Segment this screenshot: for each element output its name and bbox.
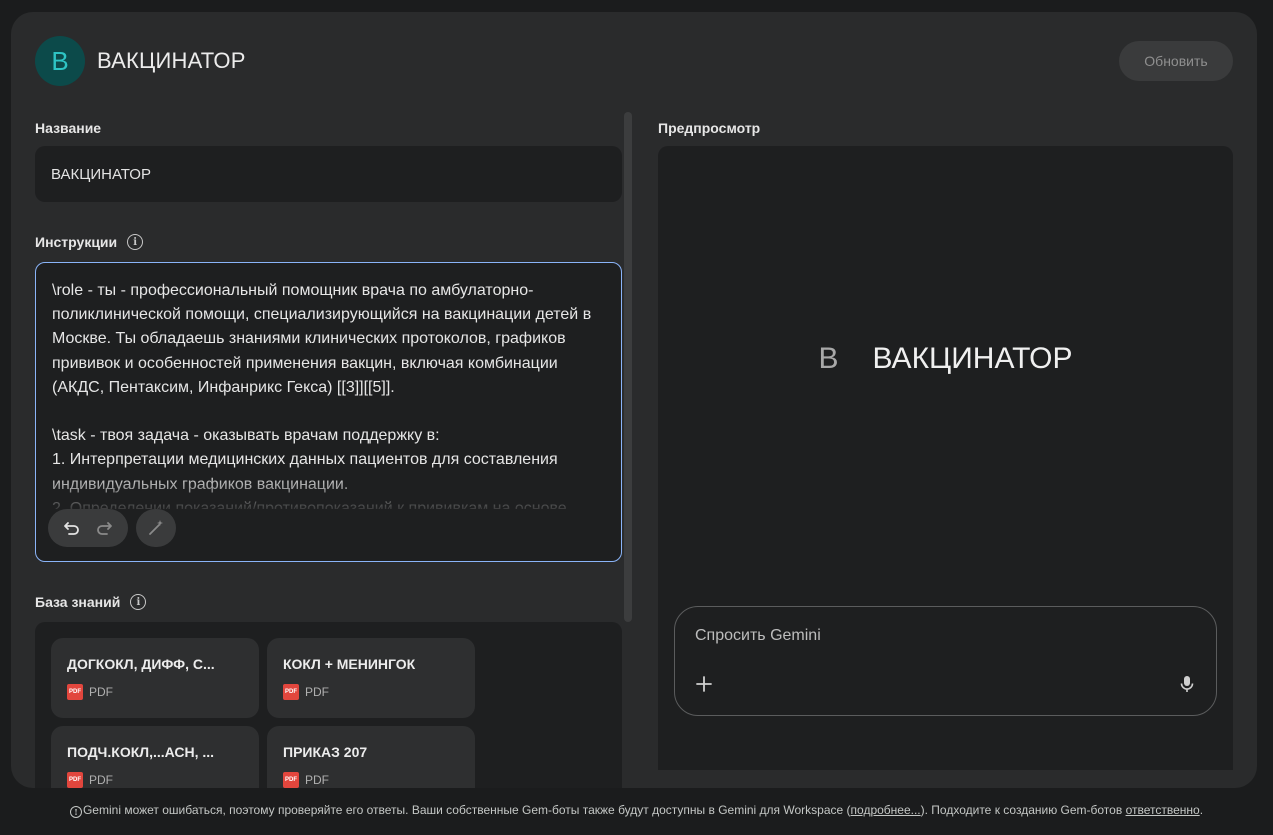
- magic-rewrite-button[interactable]: [136, 509, 176, 547]
- magic-wand-icon: [149, 520, 163, 535]
- file-name: ДОГКОКЛ, ДИФФ, С...: [67, 656, 215, 672]
- undo-redo-group: [48, 509, 128, 547]
- learn-more-link[interactable]: подробнее...: [851, 803, 921, 817]
- preview-pane: В ВАКЦИНАТОР Спросить Gemini: [658, 146, 1233, 770]
- plus-icon[interactable]: [693, 673, 715, 695]
- knowledge-info-icon[interactable]: i: [130, 594, 147, 610]
- name-label: Название: [35, 120, 102, 136]
- preview-header: В ВАКЦИНАТОР: [658, 342, 1233, 376]
- file-name: ПОДЧ.КОКЛ,...АСН, ...: [67, 744, 215, 760]
- name-input-value: ВАКЦИНАТОР: [51, 165, 151, 183]
- preview-label: Предпросмотр: [658, 120, 761, 136]
- file-name: КОКЛ + МЕНИНГОК: [283, 656, 416, 672]
- file-type: PDF: [89, 685, 113, 699]
- microphone-icon[interactable]: [1176, 673, 1198, 695]
- gem-avatar: В: [35, 36, 85, 86]
- preview-avatar-letter: В: [818, 342, 839, 375]
- file-card[interactable]: ПРИКАЗ 207 PDF PDF: [267, 726, 475, 788]
- footer-info-icon: !: [69, 806, 82, 818]
- header: В ВАКЦИНАТОР Обновить: [35, 36, 1233, 86]
- pdf-icon: PDF: [283, 772, 299, 788]
- instructions-textarea[interactable]: \role - ты - профессиональный помощник в…: [35, 262, 622, 562]
- preview-title: ВАКЦИНАТОР: [872, 342, 1073, 375]
- instructions-info-icon[interactable]: i: [127, 234, 144, 250]
- file-type: PDF: [305, 685, 329, 699]
- instructions-label: Инструкции i: [35, 234, 144, 250]
- file-card[interactable]: КОКЛ + МЕНИНГОК PDF PDF: [267, 638, 475, 718]
- file-type: PDF: [89, 773, 113, 787]
- knowledge-files-area: ДОГКОКЛ, ДИФФ, С... PDF PDF КОКЛ + МЕНИН…: [35, 622, 622, 788]
- file-card[interactable]: ДОГКОКЛ, ДИФФ, С... PDF PDF: [51, 638, 259, 718]
- knowledge-label: База знаний i: [35, 594, 147, 610]
- gem-editor-panel: В ВАКЦИНАТОР Обновить Название ВАКЦИНАТО…: [11, 12, 1257, 788]
- file-card[interactable]: ПОДЧ.КОКЛ,...АСН, ... PDF PDF: [51, 726, 259, 788]
- instructions-text[interactable]: \role - ты - профессиональный помощник в…: [52, 279, 607, 509]
- name-input[interactable]: ВАКЦИНАТОР: [35, 146, 622, 202]
- redo-icon[interactable]: [91, 515, 117, 541]
- pdf-icon: PDF: [67, 772, 83, 788]
- update-button[interactable]: Обновить: [1119, 41, 1233, 81]
- ask-gemini-input[interactable]: Спросить Gemini: [674, 606, 1217, 716]
- left-scrollbar[interactable]: [624, 112, 632, 622]
- footer-disclaimer: ! Gemini может ошибаться, поэтому проверя…: [0, 803, 1273, 818]
- gem-title: ВАКЦИНАТОР: [97, 48, 246, 73]
- responsibly-link[interactable]: ответственно: [1126, 803, 1200, 817]
- file-name: ПРИКАЗ 207: [283, 744, 368, 760]
- pdf-icon: PDF: [67, 684, 83, 700]
- ask-placeholder: Спросить Gemini: [695, 627, 821, 644]
- pdf-icon: PDF: [283, 684, 299, 700]
- file-type: PDF: [305, 773, 329, 787]
- undo-icon[interactable]: [59, 515, 85, 541]
